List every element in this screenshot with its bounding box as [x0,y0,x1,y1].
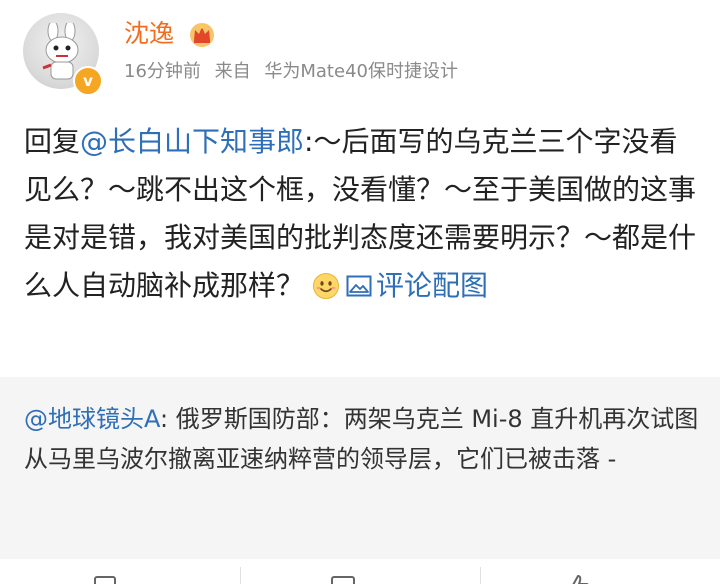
reply-prefix: 回复 [24,125,81,158]
action-divider [240,567,241,584]
action-bar [0,559,720,584]
comment-button[interactable] [330,573,356,584]
post-text: 回复@长白山下知事郎:～后面写的乌克兰三个字没看见么？～跳不出这个框，没看懂？～… [24,118,704,310]
quoted-post[interactable]: @地球镜头A: 俄罗斯国防部：两架乌克兰 Mi-8 直升机再次试图从马里乌波尔撤… [0,377,720,559]
comment-icon [331,576,355,584]
weibo-post: v 沈逸 16分钟前 来自 华为Mate40保时捷设计 回复@长白山下知事郎:～… [0,0,720,584]
smile-emoji-icon [313,273,340,299]
like-button[interactable] [565,573,591,584]
image-icon [346,275,372,297]
post-meta: 16分钟前 来自 华为Mate40保时捷设计 [124,60,458,84]
quoted-mention[interactable]: @地球镜头A [24,405,160,433]
repost-button[interactable] [92,573,118,584]
source-device[interactable]: 华为Mate40保时捷设计 [264,61,458,82]
like-icon [572,574,589,584]
post-header: v 沈逸 16分钟前 来自 华为Mate40保时捷设计 [0,0,720,100]
reply-mention[interactable]: @长白山下知事郎 [80,125,304,158]
verified-badge: v [73,66,103,96]
action-divider [480,567,481,584]
comment-picture-label: 评论配图 [376,269,489,302]
source-prefix: 来自 [214,61,251,82]
comment-picture-link[interactable]: 评论配图 [346,269,488,302]
post-time: 16分钟前 [124,61,201,82]
username[interactable]: 沈逸 [124,18,174,50]
repost-icon [94,576,116,584]
quoted-post-text: @地球镜头A: 俄罗斯国防部：两架乌克兰 Mi-8 直升机再次试图从马里乌波尔撤… [24,399,704,479]
crown-icon[interactable] [188,21,216,47]
